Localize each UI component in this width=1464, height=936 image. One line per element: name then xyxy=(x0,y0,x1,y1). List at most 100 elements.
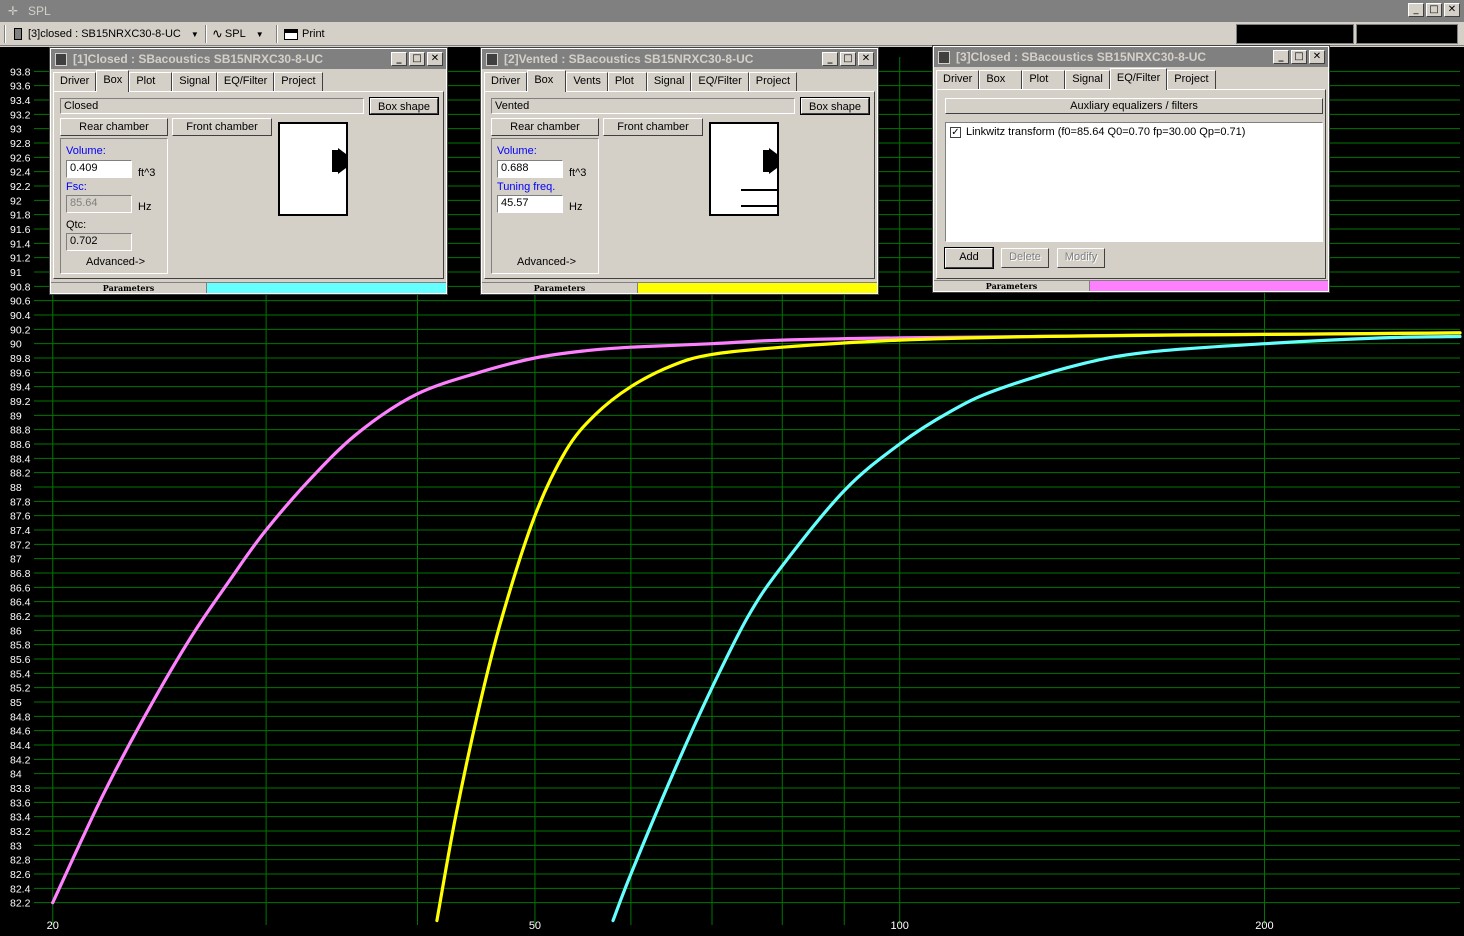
tab-box[interactable]: Box xyxy=(979,70,1023,89)
window3-title-bar[interactable]: [3]Closed : SBacoustics SB15NRXC30-8-UC … xyxy=(934,47,1328,67)
rear-chamber-button[interactable]: Rear chamber xyxy=(491,118,599,136)
view-select-value: SPL xyxy=(224,28,246,40)
view-select[interactable]: ∿ SPL ▼ xyxy=(212,25,264,43)
box-shape-button[interactable]: Box shape xyxy=(800,97,870,115)
box-shape-preview xyxy=(278,122,348,216)
y-tick-label: 89.6 xyxy=(10,367,31,379)
y-tick-label: 86 xyxy=(10,625,22,637)
tab-project[interactable]: Project xyxy=(748,72,798,91)
window-vented-box-2[interactable]: [2]Vented : SBacoustics SB15NRXC30-8-UC … xyxy=(480,47,879,295)
series-line-3 xyxy=(611,334,1462,923)
y-tick-label: 85.4 xyxy=(10,668,31,680)
speaker-driver-icon xyxy=(332,148,346,174)
rear-chamber-button[interactable]: Rear chamber xyxy=(60,118,168,136)
close-button[interactable]: ✕ xyxy=(427,52,443,66)
close-button[interactable]: ✕ xyxy=(1444,3,1460,17)
x-tick-label: 200 xyxy=(1255,920,1273,932)
front-chamber-button[interactable]: Front chamber xyxy=(172,118,272,136)
y-tick-label: 93.6 xyxy=(10,81,31,93)
y-tick-label: 82.4 xyxy=(10,883,31,895)
y-tick-label: 91.4 xyxy=(10,238,31,250)
volume-input[interactable]: 0.409 xyxy=(66,160,132,178)
sine-wave-icon: ∿ xyxy=(212,26,223,41)
close-button[interactable]: ✕ xyxy=(858,52,874,66)
front-chamber-button[interactable]: Front chamber xyxy=(603,118,703,136)
tab-driver[interactable]: Driver xyxy=(936,70,980,89)
chevron-down-icon: ▼ xyxy=(190,29,199,39)
window2-tabs: Driver Box Vents Plot Signal EQ/Filter P… xyxy=(484,70,798,92)
tab-vents[interactable]: Vents xyxy=(566,72,608,91)
window-closed-eq-3[interactable]: [3]Closed : SBacoustics SB15NRXC30-8-UC … xyxy=(932,45,1330,293)
advanced-button[interactable]: Advanced-> xyxy=(517,256,576,268)
window2-title-bar[interactable]: [2]Vented : SBacoustics SB15NRXC30-8-UC … xyxy=(482,49,877,69)
y-tick-label: 88.2 xyxy=(10,468,31,480)
eq-filter-panel: Auxliary equalizers / filters ✓ Linkwitz… xyxy=(936,89,1326,279)
print-button[interactable]: Print xyxy=(284,25,325,43)
window1-tabs: Driver Box Plot Signal EQ/Filter Project xyxy=(53,70,323,92)
tab-box[interactable]: Box xyxy=(96,70,130,92)
maximize-button[interactable]: □ xyxy=(1291,50,1307,64)
tab-eq-filter[interactable]: EQ/Filter xyxy=(216,72,275,91)
filter-list-item[interactable]: Linkwitz transform (f0=85.64 Q0=0.70 fp=… xyxy=(966,126,1245,138)
y-tick-label: 86.4 xyxy=(10,597,31,609)
tab-plot[interactable]: Plot xyxy=(1022,70,1066,89)
y-tick-label: 86.6 xyxy=(10,582,31,594)
project-select-value: [3]closed : SB15NRXC30-8-UC xyxy=(28,28,181,40)
tuning-freq-input[interactable]: 45.57 xyxy=(497,195,563,213)
tab-driver[interactable]: Driver xyxy=(484,72,528,91)
maximize-button[interactable]: □ xyxy=(840,52,856,66)
tab-project[interactable]: Project xyxy=(1167,70,1216,89)
tab-plot[interactable]: Plot xyxy=(129,72,173,91)
tab-signal[interactable]: Signal xyxy=(172,72,217,91)
tab-box[interactable]: Box xyxy=(527,70,567,92)
delete-button[interactable]: Delete xyxy=(1001,248,1049,268)
volume-unit: ft^3 xyxy=(569,167,587,179)
add-button[interactable]: Add xyxy=(944,247,994,269)
modify-button[interactable]: Modify xyxy=(1057,248,1105,268)
window3-tabs: Driver Box Plot Signal EQ/Filter Project xyxy=(936,68,1216,90)
tab-project[interactable]: Project xyxy=(274,72,323,91)
window1-title: [1]Closed : SBacoustics SB15NRXC30-8-UC xyxy=(73,52,324,66)
y-tick-label: 89 xyxy=(10,410,22,422)
fsc-unit: Hz xyxy=(138,201,152,213)
y-tick-label: 83.6 xyxy=(10,797,31,809)
qtc-label: Qtc: xyxy=(66,219,87,231)
y-tick-label: 91.6 xyxy=(10,224,31,236)
y-tick-label: 88.8 xyxy=(10,425,31,437)
speaker-icon xyxy=(55,52,67,66)
toolbar: [3]closed : SB15NRXC30-8-UC ▼ ∿ SPL ▼ Pr… xyxy=(0,22,1464,46)
maximize-button[interactable]: □ xyxy=(409,52,425,66)
minimize-button[interactable]: _ xyxy=(822,52,838,66)
window-closed-box-1[interactable]: [1]Closed : SBacoustics SB15NRXC30-8-UC … xyxy=(49,47,448,295)
tab-eq-filter[interactable]: EQ/Filter xyxy=(691,72,749,91)
y-tick-label: 91.2 xyxy=(10,253,31,265)
window3-title: [3]Closed : SBacoustics SB15NRXC30-8-UC xyxy=(956,50,1207,64)
close-button[interactable]: ✕ xyxy=(1309,50,1325,64)
filter-list[interactable]: ✓ Linkwitz transform (f0=85.64 Q0=0.70 f… xyxy=(945,122,1323,242)
fsc-input[interactable]: 85.64 xyxy=(66,195,132,213)
tab-eq-filter[interactable]: EQ/Filter xyxy=(1109,68,1168,90)
aux-equalizers-header: Auxliary equalizers / filters xyxy=(945,98,1323,114)
y-tick-label: 85.2 xyxy=(10,683,31,695)
y-tick-label: 89.2 xyxy=(10,396,31,408)
y-tick-label: 85.8 xyxy=(10,640,31,652)
advanced-button[interactable]: Advanced-> xyxy=(86,256,145,268)
tab-driver[interactable]: Driver xyxy=(53,72,97,91)
box-shape-button[interactable]: Box shape xyxy=(369,97,439,115)
print-label: Print xyxy=(302,28,325,40)
x-tick-label: 100 xyxy=(891,920,909,932)
volume-input[interactable]: 0.688 xyxy=(497,160,563,178)
minimize-button[interactable]: _ xyxy=(1408,3,1424,17)
tab-signal[interactable]: Signal xyxy=(646,72,692,91)
tab-signal[interactable]: Signal xyxy=(1065,70,1110,89)
maximize-button[interactable]: □ xyxy=(1426,3,1442,17)
minimize-button[interactable]: _ xyxy=(391,52,407,66)
y-tick-label: 90.6 xyxy=(10,296,31,308)
status-parameters: Parameters xyxy=(934,281,1090,291)
filter-checkbox[interactable]: ✓ xyxy=(950,127,961,138)
tab-plot[interactable]: Plot xyxy=(607,72,647,91)
minimize-button[interactable]: _ xyxy=(1273,50,1289,64)
window1-title-bar[interactable]: [1]Closed : SBacoustics SB15NRXC30-8-UC … xyxy=(51,49,446,69)
qtc-field: 0.702 xyxy=(66,233,132,251)
project-select[interactable]: [3]closed : SB15NRXC30-8-UC ▼ xyxy=(14,25,199,43)
